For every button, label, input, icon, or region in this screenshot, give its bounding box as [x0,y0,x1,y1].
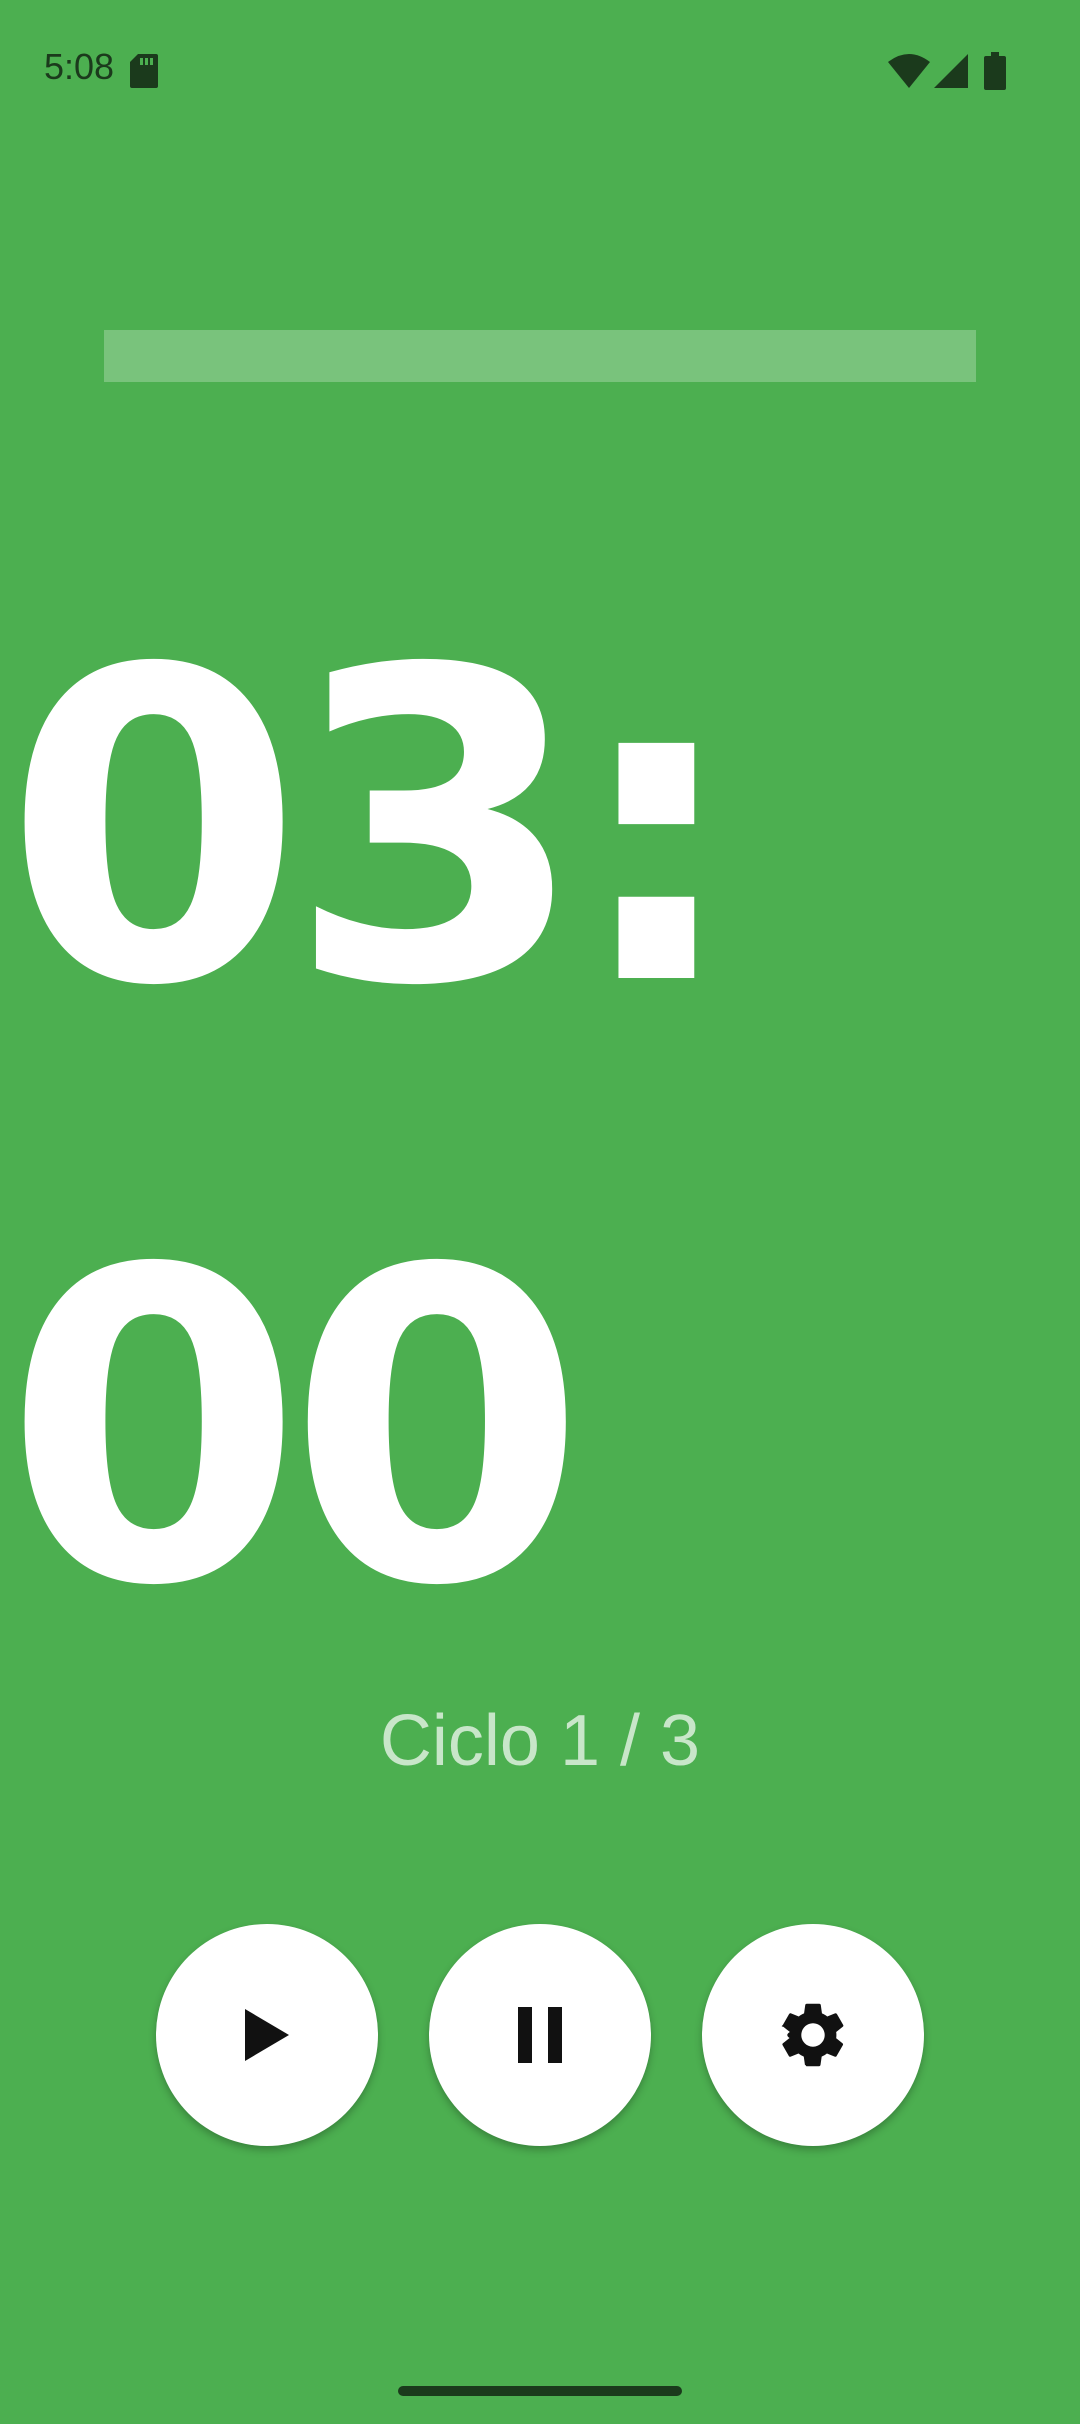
progress-bar [104,330,976,382]
settings-button[interactable] [702,1924,924,2146]
play-icon [245,2009,289,2061]
wifi-icon [888,54,930,88]
battery-icon [984,52,1006,90]
status-time: 5:08 [44,46,115,87]
timer-display: 03:00 [4,580,742,1680]
cycle-label: Ciclo 1 / 3 [379,1701,701,1781]
home-indicator[interactable] [398,2386,682,2396]
controls-row [0,1924,1080,2146]
pause-icon [518,2007,562,2063]
sd-card-icon [130,54,158,88]
play-button[interactable] [156,1924,378,2146]
pause-button[interactable] [429,1924,651,2146]
status-bar: 5:08 [0,0,1080,140]
signal-icon [934,54,968,88]
gear-icon [781,2003,844,2067]
